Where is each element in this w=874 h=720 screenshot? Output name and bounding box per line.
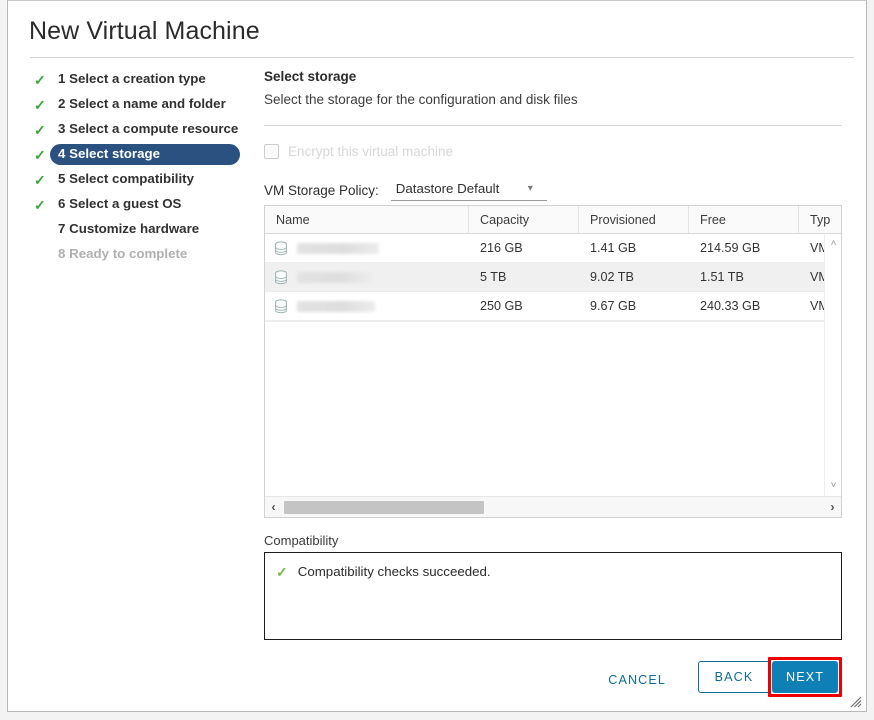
free-cell: 1.51 TB (700, 270, 744, 284)
back-button[interactable]: BACK (698, 661, 770, 693)
sidebar-item-ready-to-complete: ✓ 8 Ready to complete (30, 244, 256, 265)
sidebar-item-select-creation-type[interactable]: ✓ 1 Select a creation type (30, 69, 256, 90)
datastore-table: Name Capacity Provisioned Free Typ 216 G… (264, 205, 842, 518)
sidebar-item-select-compatibility[interactable]: ✓ 5 Select compatibility (30, 169, 256, 190)
step-label: 4 Select storage (50, 144, 240, 165)
capacity-cell: 250 GB (480, 299, 523, 313)
dialog-title: New Virtual Machine (29, 17, 260, 45)
dialog-footer: CANCEL BACK NEXT (264, 656, 842, 698)
table-row[interactable]: 216 GB 1.41 GB 214.59 GB VM (265, 234, 841, 263)
step-label: 6 Select a guest OS (58, 196, 182, 211)
page-subtitle: Select the storage for the configuration… (264, 92, 578, 107)
table-vertical-scrollbar[interactable]: ˄ ˅ (824, 234, 841, 496)
encrypt-vm-checkbox (264, 144, 279, 159)
step-label: 8 Ready to complete (58, 246, 188, 261)
scroll-up-icon[interactable]: ˄ (825, 236, 841, 252)
free-cell: 214.59 GB (700, 241, 761, 255)
check-icon: ✓ (276, 563, 288, 580)
sidebar-item-select-storage[interactable]: ✓ 4 Select storage (30, 144, 256, 165)
sidebar-item-customize-hardware[interactable]: ✓ 7 Customize hardware (30, 219, 256, 240)
provisioned-cell: 9.67 GB (590, 299, 637, 313)
table-horizontal-scrollbar[interactable]: ‹ › (265, 496, 841, 517)
datastore-name-cell (265, 298, 469, 314)
capacity-cell: 216 GB (480, 241, 523, 255)
title-divider (30, 57, 854, 58)
compatibility-status-row: ✓ Compatibility checks succeeded. (265, 553, 841, 579)
redacted-datastore-name (297, 300, 375, 312)
screen: New Virtual Machine ✓ 1 Select a creatio… (0, 0, 874, 720)
chevron-down-icon: ▾ (527, 183, 533, 194)
vm-storage-policy-value: Datastore Default (395, 181, 500, 196)
check-icon: ✓ (34, 146, 46, 163)
next-button[interactable]: NEXT (772, 661, 838, 693)
check-icon: ✓ (34, 171, 46, 188)
column-header-name[interactable]: Name (265, 206, 469, 233)
check-icon: ✓ (34, 196, 46, 213)
provisioned-cell: 1.41 GB (590, 241, 637, 255)
encrypt-vm-row: Encrypt this virtual machine (264, 144, 453, 159)
step-label: 5 Select compatibility (58, 171, 194, 186)
cancel-button[interactable]: CANCEL (600, 667, 674, 693)
scrollbar-track[interactable] (282, 500, 824, 514)
scroll-down-icon[interactable]: ˅ (825, 478, 841, 494)
new-virtual-machine-dialog: New Virtual Machine ✓ 1 Select a creatio… (7, 0, 867, 712)
datastore-icon (275, 240, 287, 255)
datastore-icon (275, 298, 287, 313)
check-icon: ✓ (34, 71, 46, 88)
table-row[interactable]: 250 GB 9.67 GB 240.33 GB VM (265, 292, 841, 321)
vm-storage-policy-label: VM Storage Policy: (264, 183, 379, 198)
encrypt-vm-label: Encrypt this virtual machine (288, 144, 454, 159)
sidebar-item-select-name-and-folder[interactable]: ✓ 2 Select a name and folder (30, 94, 256, 115)
vm-storage-policy-row: VM Storage Policy: Datastore Default ▾ (264, 180, 547, 201)
sidebar-item-select-compute-resource[interactable]: ✓ 3 Select a compute resource (30, 119, 256, 140)
table-header-row: Name Capacity Provisioned Free Typ (265, 206, 841, 234)
column-header-provisioned[interactable]: Provisioned (579, 206, 689, 233)
vm-storage-policy-select[interactable]: Datastore Default ▾ (390, 180, 547, 201)
datastore-icon (275, 269, 287, 284)
scroll-left-icon[interactable]: ‹ (265, 497, 282, 517)
scroll-right-icon[interactable]: › (824, 497, 841, 517)
page-title: Select storage (264, 69, 357, 84)
step-label: 3 Select a compute resource (58, 121, 239, 136)
provisioned-cell: 9.02 TB (590, 270, 634, 284)
step-label: 2 Select a name and folder (58, 96, 226, 111)
resize-grip-icon[interactable] (850, 696, 862, 708)
compatibility-status-text: Compatibility checks succeeded. (297, 564, 491, 579)
pane-header: Select storage Select the storage for th… (264, 69, 842, 107)
column-header-capacity[interactable]: Capacity (469, 206, 579, 233)
step-label: 7 Customize hardware (58, 221, 200, 236)
table-empty-area (265, 321, 841, 481)
check-icon: ✓ (34, 96, 46, 113)
capacity-cell: 5 TB (480, 270, 507, 284)
compatibility-box: ✓ Compatibility checks succeeded. (264, 552, 842, 640)
datastore-name-cell (265, 269, 469, 285)
column-header-type[interactable]: Typ (799, 206, 841, 233)
redacted-datastore-name (297, 271, 371, 283)
check-icon: ✓ (34, 121, 46, 138)
redacted-datastore-name (297, 242, 379, 254)
datastore-name-cell (265, 240, 469, 256)
step-label: 1 Select a creation type (58, 71, 206, 86)
table-row[interactable]: 5 TB 9.02 TB 1.51 TB VM (265, 263, 841, 292)
compatibility-label: Compatibility (264, 533, 339, 548)
sidebar-item-select-guest-os[interactable]: ✓ 6 Select a guest OS (30, 194, 256, 215)
free-cell: 240.33 GB (700, 299, 761, 313)
wizard-step-list: ✓ 1 Select a creation type ✓ 2 Select a … (30, 69, 256, 269)
pane-divider (264, 125, 842, 126)
column-header-free[interactable]: Free (689, 206, 799, 233)
table-body: 216 GB 1.41 GB 214.59 GB VM 5 TB 9.02 TB… (265, 234, 841, 481)
scrollbar-thumb[interactable] (284, 500, 484, 514)
